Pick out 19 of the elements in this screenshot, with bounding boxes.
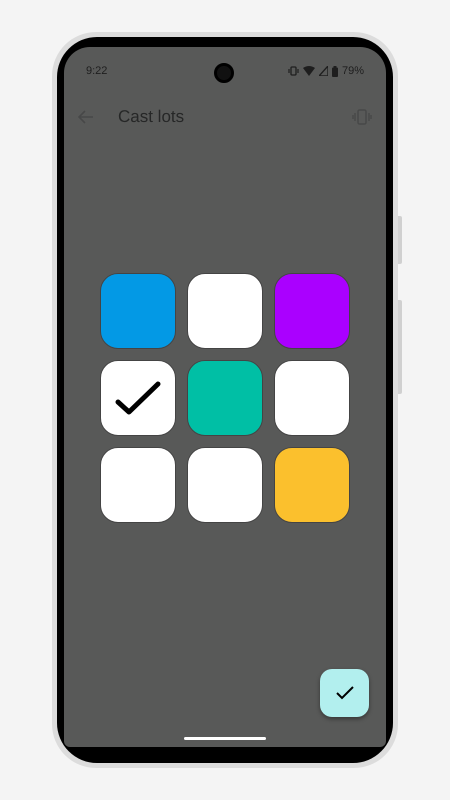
color-tile[interactable] (187, 447, 263, 523)
color-tile[interactable] (187, 360, 263, 436)
color-tile[interactable] (100, 447, 176, 523)
vibrate-icon (288, 66, 299, 76)
color-tile[interactable] (274, 273, 350, 349)
confirm-button[interactable] (320, 669, 369, 717)
battery-percent: 79% (342, 64, 364, 79)
color-tile[interactable] (274, 447, 350, 523)
color-tile[interactable] (100, 360, 176, 436)
status-time: 9:22 (86, 64, 108, 79)
color-tile[interactable] (187, 273, 263, 349)
checkmark-icon (115, 381, 161, 415)
signal-icon (318, 66, 328, 76)
color-tile[interactable] (100, 273, 176, 349)
battery-icon (332, 66, 338, 77)
color-tile[interactable] (274, 360, 350, 436)
camera-hole (214, 63, 234, 83)
checkmark-icon (336, 686, 354, 700)
wifi-icon (302, 66, 315, 76)
